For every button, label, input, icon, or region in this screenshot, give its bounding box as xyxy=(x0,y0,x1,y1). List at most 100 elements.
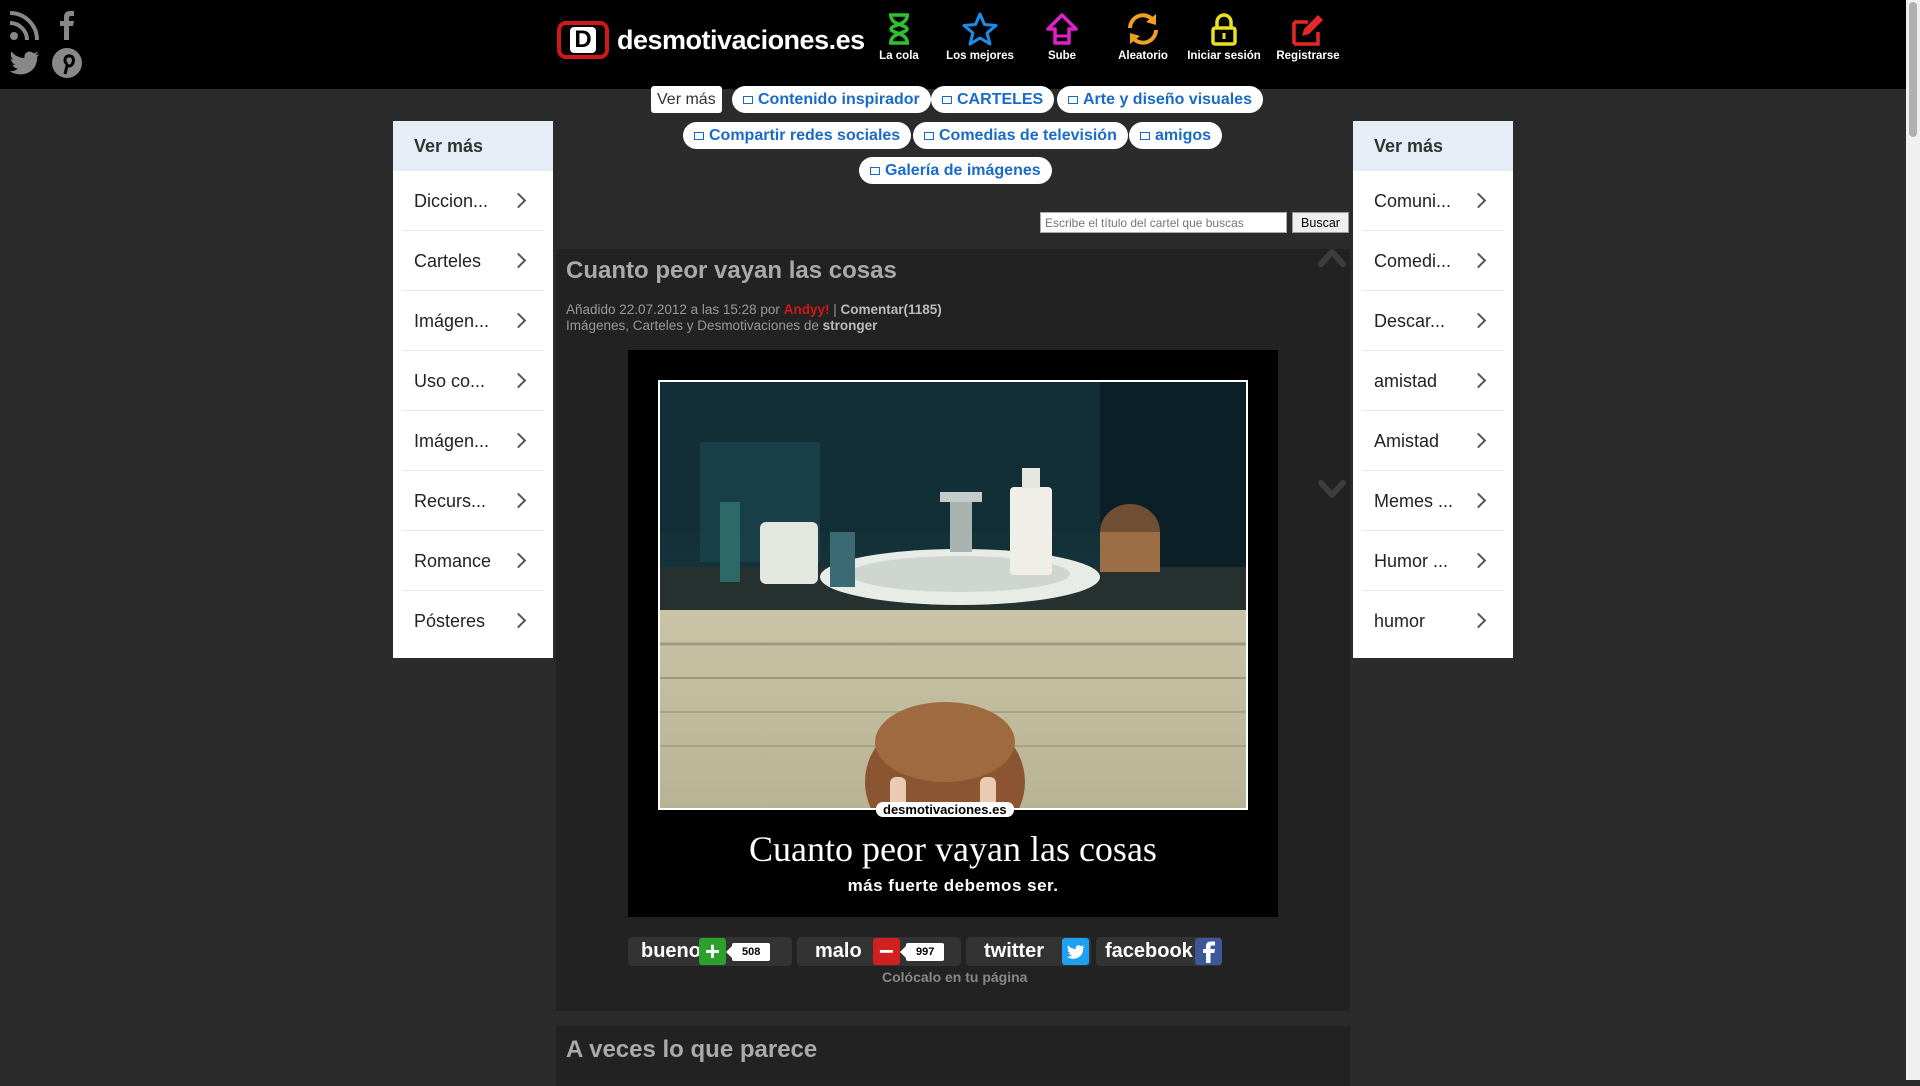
vote-good-button[interactable]: bueno + 508 xyxy=(628,937,792,966)
right-item[interactable]: Memes ... xyxy=(1362,471,1504,531)
share-twitter-button[interactable]: twitter xyxy=(966,937,1091,966)
chevron-right-icon xyxy=(1470,492,1487,509)
bad-count: 997 xyxy=(899,942,945,961)
twitter-icon[interactable] xyxy=(8,46,42,80)
chevron-right-icon xyxy=(510,312,527,329)
left-panel: Ver más Diccion... Carteles Imágen... Us… xyxy=(393,121,553,658)
chevron-right-icon xyxy=(510,192,527,209)
nav-sube[interactable]: Sube xyxy=(1021,12,1103,62)
tag-icon xyxy=(870,166,880,175)
left-item[interactable]: Imágen... xyxy=(402,291,544,351)
left-item[interactable]: Romance xyxy=(402,531,544,591)
scrollbar-thumb[interactable] xyxy=(1909,2,1917,137)
nav-iniciar-sesion[interactable]: Iniciar sesión xyxy=(1183,12,1265,62)
chevron-right-icon xyxy=(1470,312,1487,329)
right-item[interactable]: Comuni... xyxy=(1362,171,1504,231)
poster-photo xyxy=(658,380,1248,810)
right-item[interactable]: Amistad xyxy=(1362,411,1504,471)
post-category: Imágenes, Carteles y Desmotivaciones de … xyxy=(566,318,878,333)
register-pencil-icon xyxy=(1292,15,1323,46)
right-item[interactable]: amistad xyxy=(1362,351,1504,411)
lock-icon xyxy=(1211,13,1237,46)
tag-contenido-inspirador[interactable]: Contenido inspirador xyxy=(732,86,931,113)
chevron-right-icon xyxy=(510,612,527,629)
nav-los-mejores[interactable]: Los mejores xyxy=(939,12,1021,62)
pinterest-icon[interactable] xyxy=(50,46,84,80)
chevron-right-icon xyxy=(1470,612,1487,629)
upload-home-icon xyxy=(1046,13,1078,45)
nav-la-cola[interactable]: La cola xyxy=(858,12,940,62)
tag-arte-diseno[interactable]: Arte y diseño visuales xyxy=(1057,86,1263,113)
poster-subtitle: más fuerte debemos ser. xyxy=(847,876,1059,895)
vote-bad-button[interactable]: malo − 997 xyxy=(797,937,961,966)
facebook-f-icon xyxy=(1195,938,1222,965)
bathroom-photo-image xyxy=(660,382,1246,808)
plus-icon: + xyxy=(699,938,726,965)
tag-icon xyxy=(694,131,704,140)
search-input[interactable] xyxy=(1040,212,1287,233)
chevron-right-icon xyxy=(1470,432,1487,449)
right-item[interactable]: Descar... xyxy=(1362,291,1504,351)
left-item[interactable]: Recurs... xyxy=(402,471,544,531)
right-item[interactable]: humor xyxy=(1362,591,1504,651)
left-panel-header: Ver más xyxy=(393,121,553,171)
logo-text: desmotivaciones.es xyxy=(617,24,865,55)
post-meta: Añadido 22.07.2012 a las 15:28 por Andyy… xyxy=(566,302,942,317)
chevron-right-icon xyxy=(510,552,527,569)
refresh-icon xyxy=(1128,13,1158,45)
chevron-right-icon xyxy=(1470,372,1487,389)
post-title[interactable]: Cuanto peor vayan las cosas xyxy=(566,257,897,285)
star-icon xyxy=(962,12,998,46)
poster-watermark: desmotivaciones.es xyxy=(876,802,1014,817)
search-button[interactable]: Buscar xyxy=(1292,212,1349,233)
tag-galeria-imagenes[interactable]: Galería de imágenes xyxy=(859,157,1052,184)
tag-icon xyxy=(942,95,952,104)
tag-amigos[interactable]: amigos xyxy=(1129,122,1223,149)
chevron-right-icon xyxy=(510,492,527,509)
right-item[interactable]: Humor ... xyxy=(1362,531,1504,591)
twitter-bird-icon xyxy=(1062,938,1089,965)
category-tag-link[interactable]: stronger xyxy=(823,318,878,333)
left-item[interactable]: Diccion... xyxy=(402,171,544,231)
right-panel: Ver más Comuni... Comedi... Descar... am… xyxy=(1353,121,1513,658)
tag-icon xyxy=(924,131,934,140)
logo-mark: D xyxy=(557,21,609,59)
right-panel-header: Ver más xyxy=(1353,121,1513,171)
poster-title: Cuanto peor vayan las cosas xyxy=(749,829,1157,869)
chevron-right-icon xyxy=(510,432,527,449)
tags-ver-mas[interactable]: Ver más xyxy=(651,86,722,113)
left-item[interactable]: Carteles xyxy=(402,231,544,291)
tag-comedias-tv[interactable]: Comedias de televisión xyxy=(913,122,1128,149)
left-item[interactable]: Pósteres xyxy=(402,591,544,651)
left-item[interactable]: Imágen... xyxy=(402,411,544,471)
nav-aleatorio[interactable]: Aleatorio xyxy=(1102,12,1184,62)
hourglass-icon xyxy=(889,13,909,45)
good-count: 508 xyxy=(725,942,771,961)
tag-icon xyxy=(1068,95,1078,104)
chevron-right-icon xyxy=(1470,192,1487,209)
chevron-right-icon xyxy=(1470,252,1487,269)
tag-icon xyxy=(743,95,753,104)
facebook-icon[interactable] xyxy=(50,8,84,42)
next-post-arrow-icon[interactable] xyxy=(1318,480,1346,505)
chevron-right-icon xyxy=(510,372,527,389)
post-author[interactable]: Andyy! xyxy=(784,302,830,317)
scrollbar-track[interactable] xyxy=(1906,0,1920,1080)
tag-compartir-redes[interactable]: Compartir redes sociales xyxy=(683,122,912,149)
tag-carteles[interactable]: CARTELES xyxy=(931,86,1055,113)
previous-post-arrow-icon[interactable] xyxy=(1318,247,1346,272)
chevron-right-icon xyxy=(510,252,527,269)
tag-icon xyxy=(1140,131,1150,140)
embed-link[interactable]: Colócalo en tu página xyxy=(882,969,1027,985)
rss-icon[interactable] xyxy=(8,8,42,42)
left-item[interactable]: Uso co... xyxy=(402,351,544,411)
next-post-title[interactable]: A veces lo que parece xyxy=(566,1036,817,1064)
comment-link[interactable]: Comentar(1185) xyxy=(841,302,942,317)
minus-icon: − xyxy=(873,938,900,965)
right-item[interactable]: Comedi... xyxy=(1362,231,1504,291)
chevron-right-icon xyxy=(1470,552,1487,569)
share-facebook-button[interactable]: facebook xyxy=(1096,937,1222,966)
site-logo[interactable]: D desmotivaciones.es xyxy=(557,19,865,61)
poster-image[interactable]: desmotivaciones.es Cuanto peor vayan las… xyxy=(628,350,1278,917)
nav-registrarse[interactable]: Registrarse xyxy=(1267,12,1349,62)
